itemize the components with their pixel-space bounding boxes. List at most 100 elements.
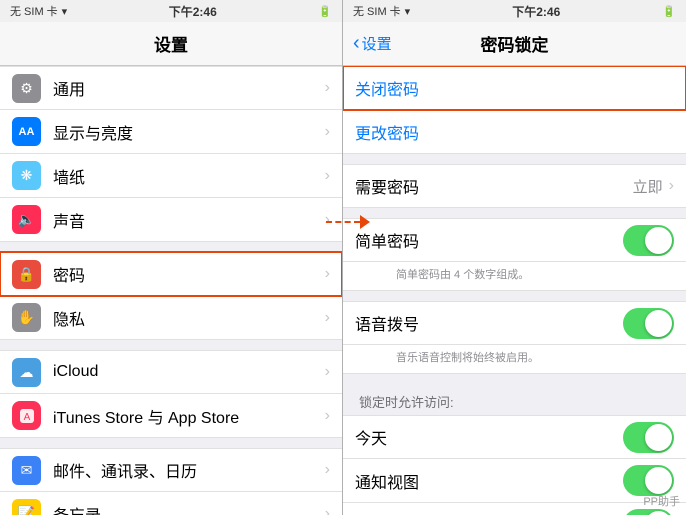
voice-dial-toggle[interactable] [623, 308, 674, 339]
status-left-right: 无 SIM 卡 ▾ [353, 3, 410, 19]
passbook-knob [645, 511, 672, 515]
wifi-icon-left: ▾ [62, 5, 68, 18]
status-right-right: 🔋 [662, 5, 676, 18]
row-voice-dial[interactable]: 语音拨号 [343, 301, 686, 345]
row-mail[interactable]: ✉ 邮件、通讯录、日历 › [0, 448, 342, 492]
gap-3 [0, 438, 342, 448]
row-require-passcode[interactable]: 需要密码 立即 › [343, 164, 686, 208]
mail-icon: ✉ [12, 456, 41, 485]
left-phone: 无 SIM 卡 ▾ 下午2:46 🔋 设置 ⚙ 通用 › AA [0, 0, 343, 515]
gap-r3 [343, 291, 686, 301]
passcode-icon: 🔒 [12, 260, 41, 289]
general-label: 通用 [53, 76, 325, 100]
row-sound[interactable]: 🔈 声音 › [0, 198, 342, 242]
today-toggle[interactable] [623, 422, 674, 453]
icloud-chevron: › [325, 363, 330, 381]
battery-left: 🔋 [318, 5, 332, 18]
row-passcode[interactable]: 🔒 密码 › [0, 252, 342, 296]
lock-access-header: 锁定时允许访问: [343, 384, 686, 415]
mail-chevron: › [325, 461, 330, 479]
back-label-right: 设置 [362, 33, 392, 54]
today-knob [645, 424, 672, 451]
carrier-right: 无 SIM 卡 [353, 3, 401, 19]
gap-r1 [343, 154, 686, 164]
toggle-knob [645, 227, 672, 254]
section-4: ✉ 邮件、通讯录、日历 › 📝 备忘录 › [0, 448, 342, 515]
right-phone: 无 SIM 卡 ▾ 下午2:46 🔋 ‹ 设置 密码锁定 关闭密码 [343, 0, 686, 515]
row-privacy[interactable]: ✋ 隐私 › [0, 296, 342, 340]
itunes-svg: A [18, 407, 36, 425]
icloud-icon: ☁ [12, 358, 41, 387]
simple-passcode-toggle[interactable] [623, 225, 674, 256]
display-label: 显示与亮度 [53, 120, 325, 144]
gap-2 [0, 340, 342, 350]
notification-view-label: 通知视图 [355, 469, 623, 493]
status-bar-left: 无 SIM 卡 ▾ 下午2:46 🔋 [0, 0, 342, 22]
passbook-toggle[interactable] [623, 509, 674, 515]
row-itunes[interactable]: A iTunes Store 与 App Store › [0, 394, 342, 438]
passcode-label: 密码 [53, 262, 325, 286]
icloud-label: iCloud [53, 363, 325, 381]
wallpaper-icon: ❋ [12, 161, 41, 190]
row-change-passcode[interactable]: 更改密码 [343, 110, 686, 154]
simple-passcode-label: 简单密码 [355, 228, 623, 252]
privacy-icon: ✋ [12, 303, 41, 332]
nav-bar-left: 设置 [0, 22, 342, 66]
itunes-chevron: › [325, 407, 330, 425]
carrier-left: 无 SIM 卡 [10, 3, 58, 19]
display-chevron: › [325, 123, 330, 141]
gap-r4 [343, 374, 686, 384]
gap-r2 [343, 208, 686, 218]
wallpaper-chevron: › [325, 167, 330, 185]
row-notification-view[interactable]: 通知视图 [343, 459, 686, 503]
row-icloud[interactable]: ☁ iCloud › [0, 350, 342, 394]
watermark: PP助手 [643, 493, 680, 509]
battery-right: 🔋 [662, 5, 676, 18]
section-1: ⚙ 通用 › AA 显示与亮度 › ❋ 墙纸 › 🔈 声音 › [0, 66, 342, 242]
wifi-icon-right: ▾ [405, 5, 411, 18]
row-general[interactable]: ⚙ 通用 › [0, 66, 342, 110]
passcode-section-5: 今天 通知视图 Passbook [343, 415, 686, 515]
itunes-label: iTunes Store 与 App Store [53, 404, 325, 428]
arrow-overlay [326, 215, 370, 229]
notes-chevron: › [325, 505, 330, 515]
status-bar-right: 无 SIM 卡 ▾ 下午2:46 🔋 [343, 0, 686, 22]
require-passcode-value: 立即 [633, 176, 663, 197]
privacy-chevron: › [325, 309, 330, 327]
turn-off-label: 关闭密码 [355, 76, 674, 100]
svg-text:A: A [23, 412, 30, 423]
row-wallpaper[interactable]: ❋ 墙纸 › [0, 154, 342, 198]
nav-back-right[interactable]: ‹ 设置 [353, 32, 392, 55]
privacy-label: 隐私 [53, 306, 325, 330]
row-turn-off-passcode[interactable]: 关闭密码 [343, 66, 686, 110]
passcode-section-2: 需要密码 立即 › [343, 164, 686, 208]
notes-label: 备忘录 [53, 502, 325, 515]
notification-toggle[interactable] [623, 465, 674, 496]
row-simple-passcode[interactable]: 简单密码 [343, 218, 686, 262]
row-today[interactable]: 今天 [343, 415, 686, 459]
general-chevron: › [325, 79, 330, 97]
voice-dial-label: 语音拨号 [355, 311, 623, 335]
row-passbook[interactable]: Passbook [343, 503, 686, 515]
time-left: 下午2:46 [169, 3, 217, 20]
require-passcode-label: 需要密码 [355, 174, 633, 198]
nav-title-right: 密码锁定 [481, 31, 549, 56]
status-left: 无 SIM 卡 ▾ [10, 3, 67, 19]
sound-label: 声音 [53, 208, 325, 232]
wallpaper-label: 墙纸 [53, 164, 325, 188]
itunes-icon: A [12, 401, 41, 430]
nav-title-left: 设置 [154, 31, 188, 56]
row-notes[interactable]: 📝 备忘录 › [0, 492, 342, 515]
status-right-left: 🔋 [318, 5, 332, 18]
notification-knob [645, 467, 672, 494]
general-icon: ⚙ [12, 74, 41, 103]
settings-list-left[interactable]: ⚙ 通用 › AA 显示与亮度 › ❋ 墙纸 › 🔈 声音 › [0, 66, 342, 515]
row-display[interactable]: AA 显示与亮度 › [0, 110, 342, 154]
time-right: 下午2:46 [512, 3, 560, 20]
mail-label: 邮件、通讯录、日历 [53, 458, 325, 482]
voice-dial-knob [645, 310, 672, 337]
settings-list-right[interactable]: 关闭密码 更改密码 需要密码 立即 › 简单密码 [343, 66, 686, 515]
back-chevron-icon: ‹ [353, 32, 360, 55]
change-passcode-label: 更改密码 [355, 120, 674, 144]
dashed-line [326, 221, 360, 223]
